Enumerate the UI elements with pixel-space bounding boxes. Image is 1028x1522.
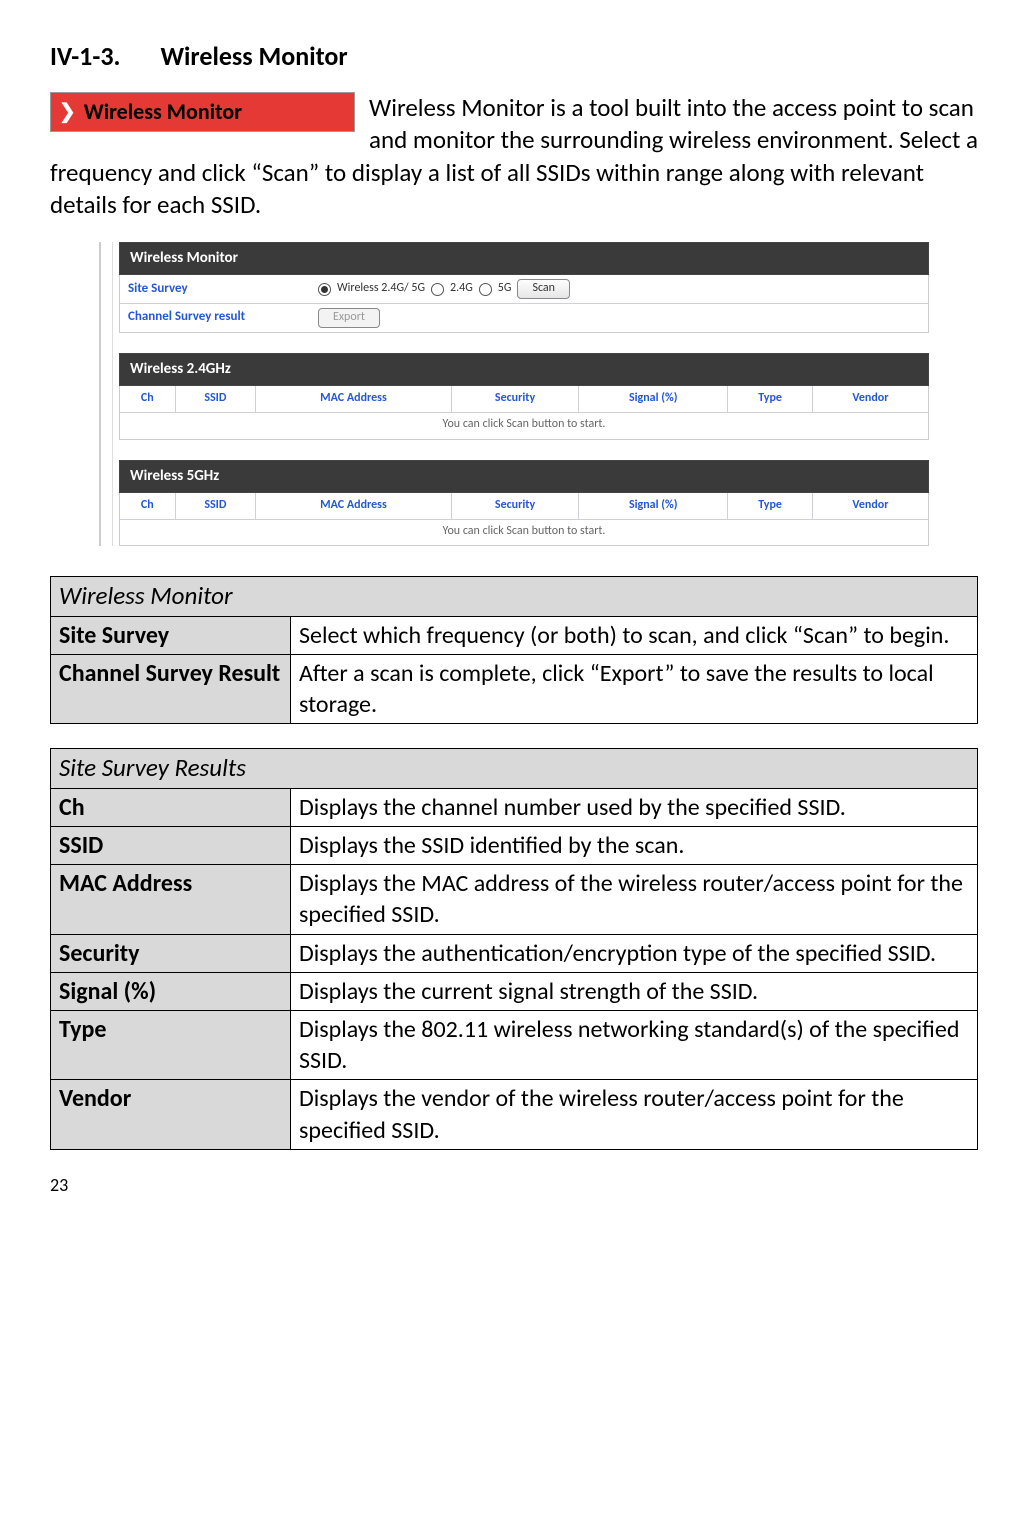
col-ssid: SSID bbox=[175, 493, 256, 519]
desc-key: Type bbox=[51, 1010, 291, 1079]
intro-block: ❯ Wireless Monitor Wireless Monitor is a… bbox=[50, 92, 978, 222]
col-security: Security bbox=[451, 386, 578, 412]
nav-badge-label: Wireless Monitor bbox=[84, 98, 242, 127]
col-mac: MAC Address bbox=[256, 386, 452, 412]
table-row: VendorDisplays the vendor of the wireles… bbox=[51, 1080, 978, 1149]
desc-key: Security bbox=[51, 934, 291, 972]
label-site-survey: Site Survey bbox=[128, 281, 318, 298]
panel-title-24ghz: Wireless 2.4GHz bbox=[119, 353, 929, 387]
radio-5g[interactable] bbox=[479, 283, 492, 296]
empty-message-24ghz: You can click Scan button to start. bbox=[120, 412, 928, 439]
table-row: Signal (%)Displays the current signal st… bbox=[51, 972, 978, 1010]
row-channel-survey: Channel Survey result Export bbox=[120, 304, 928, 332]
col-ch: Ch bbox=[120, 493, 175, 519]
desc-table-title: Wireless Monitor bbox=[51, 577, 978, 617]
desc-val: After a scan is complete, click “Export”… bbox=[291, 654, 978, 723]
chevron-right-icon: ❯ bbox=[59, 99, 76, 125]
col-type: Type bbox=[728, 386, 813, 412]
desc-val: Displays the channel number used by the … bbox=[291, 788, 978, 826]
desc-val: Displays the 802.11 wireless networking … bbox=[291, 1010, 978, 1079]
section-heading: IV-1-3. Wireless Monitor bbox=[50, 40, 978, 74]
col-ch: Ch bbox=[120, 386, 175, 412]
desc-val: Displays the vendor of the wireless rout… bbox=[291, 1080, 978, 1149]
survey-table-24ghz: Ch SSID MAC Address Security Signal (%) … bbox=[120, 386, 928, 412]
desc-val: Displays the authentication/encryption t… bbox=[291, 934, 978, 972]
desc-key: Ch bbox=[51, 788, 291, 826]
desc-val: Displays the MAC address of the wireless… bbox=[291, 865, 978, 934]
desc-key: SSID bbox=[51, 827, 291, 865]
empty-message-5ghz: You can click Scan button to start. bbox=[120, 519, 928, 546]
row-site-survey: Site Survey Wireless 2.4G/ 5G 2.4G 5G Sc… bbox=[120, 275, 928, 304]
section-title: Wireless Monitor bbox=[160, 40, 347, 72]
radio-24g[interactable] bbox=[431, 283, 444, 296]
desc-val: Displays the current signal strength of … bbox=[291, 972, 978, 1010]
scrollbar[interactable] bbox=[103, 242, 113, 546]
desc-table-wireless-monitor: Wireless Monitor Site Survey Select whic… bbox=[50, 576, 978, 724]
section-number: IV-1-3. bbox=[50, 40, 120, 72]
table-row: MAC AddressDisplays the MAC address of t… bbox=[51, 865, 978, 934]
scan-button[interactable]: Scan bbox=[517, 279, 570, 299]
radio-5g-label: 5G bbox=[498, 281, 512, 297]
col-vendor: Vendor bbox=[812, 493, 928, 519]
table-row: SSIDDisplays the SSID identified by the … bbox=[51, 827, 978, 865]
desc-key: Signal (%) bbox=[51, 972, 291, 1010]
export-button[interactable]: Export bbox=[318, 308, 380, 328]
table-row: TypeDisplays the 802.11 wireless network… bbox=[51, 1010, 978, 1079]
table-row: ChDisplays the channel number used by th… bbox=[51, 788, 978, 826]
desc-key: MAC Address bbox=[51, 865, 291, 934]
col-security: Security bbox=[451, 493, 578, 519]
desc-val: Displays the SSID identified by the scan… bbox=[291, 827, 978, 865]
screenshot-panel: Wireless Monitor Site Survey Wireless 2.… bbox=[99, 242, 929, 546]
radio-both-label: Wireless 2.4G/ 5G bbox=[337, 281, 425, 297]
desc-key: Site Survey bbox=[51, 616, 291, 654]
col-signal: Signal (%) bbox=[579, 493, 728, 519]
label-channel-survey: Channel Survey result bbox=[128, 309, 318, 326]
col-vendor: Vendor bbox=[812, 386, 928, 412]
table-header-row: Ch SSID MAC Address Security Signal (%) … bbox=[120, 386, 928, 412]
table-row: Site Survey Select which frequency (or b… bbox=[51, 616, 978, 654]
desc-val: Select which frequency (or both) to scan… bbox=[291, 616, 978, 654]
radio-both[interactable] bbox=[318, 283, 331, 296]
table-header-row: Ch SSID MAC Address Security Signal (%) … bbox=[120, 493, 928, 519]
col-mac: MAC Address bbox=[256, 493, 452, 519]
desc-table-site-survey-results: Site Survey Results ChDisplays the chann… bbox=[50, 748, 978, 1149]
page-number: 23 bbox=[50, 1174, 978, 1197]
col-type: Type bbox=[728, 493, 813, 519]
panel-title-5ghz: Wireless 5GHz bbox=[119, 460, 929, 494]
radio-24g-label: 2.4G bbox=[450, 281, 473, 297]
panel-title-wireless-monitor: Wireless Monitor bbox=[119, 242, 929, 276]
desc-table-title: Site Survey Results bbox=[51, 749, 978, 789]
table-row: Channel Survey Result After a scan is co… bbox=[51, 654, 978, 723]
desc-key: Channel Survey Result bbox=[51, 654, 291, 723]
survey-table-5ghz: Ch SSID MAC Address Security Signal (%) … bbox=[120, 493, 928, 519]
desc-key: Vendor bbox=[51, 1080, 291, 1149]
table-row: SecurityDisplays the authentication/encr… bbox=[51, 934, 978, 972]
nav-badge-wireless-monitor: ❯ Wireless Monitor bbox=[50, 92, 355, 132]
col-ssid: SSID bbox=[175, 386, 256, 412]
col-signal: Signal (%) bbox=[579, 386, 728, 412]
